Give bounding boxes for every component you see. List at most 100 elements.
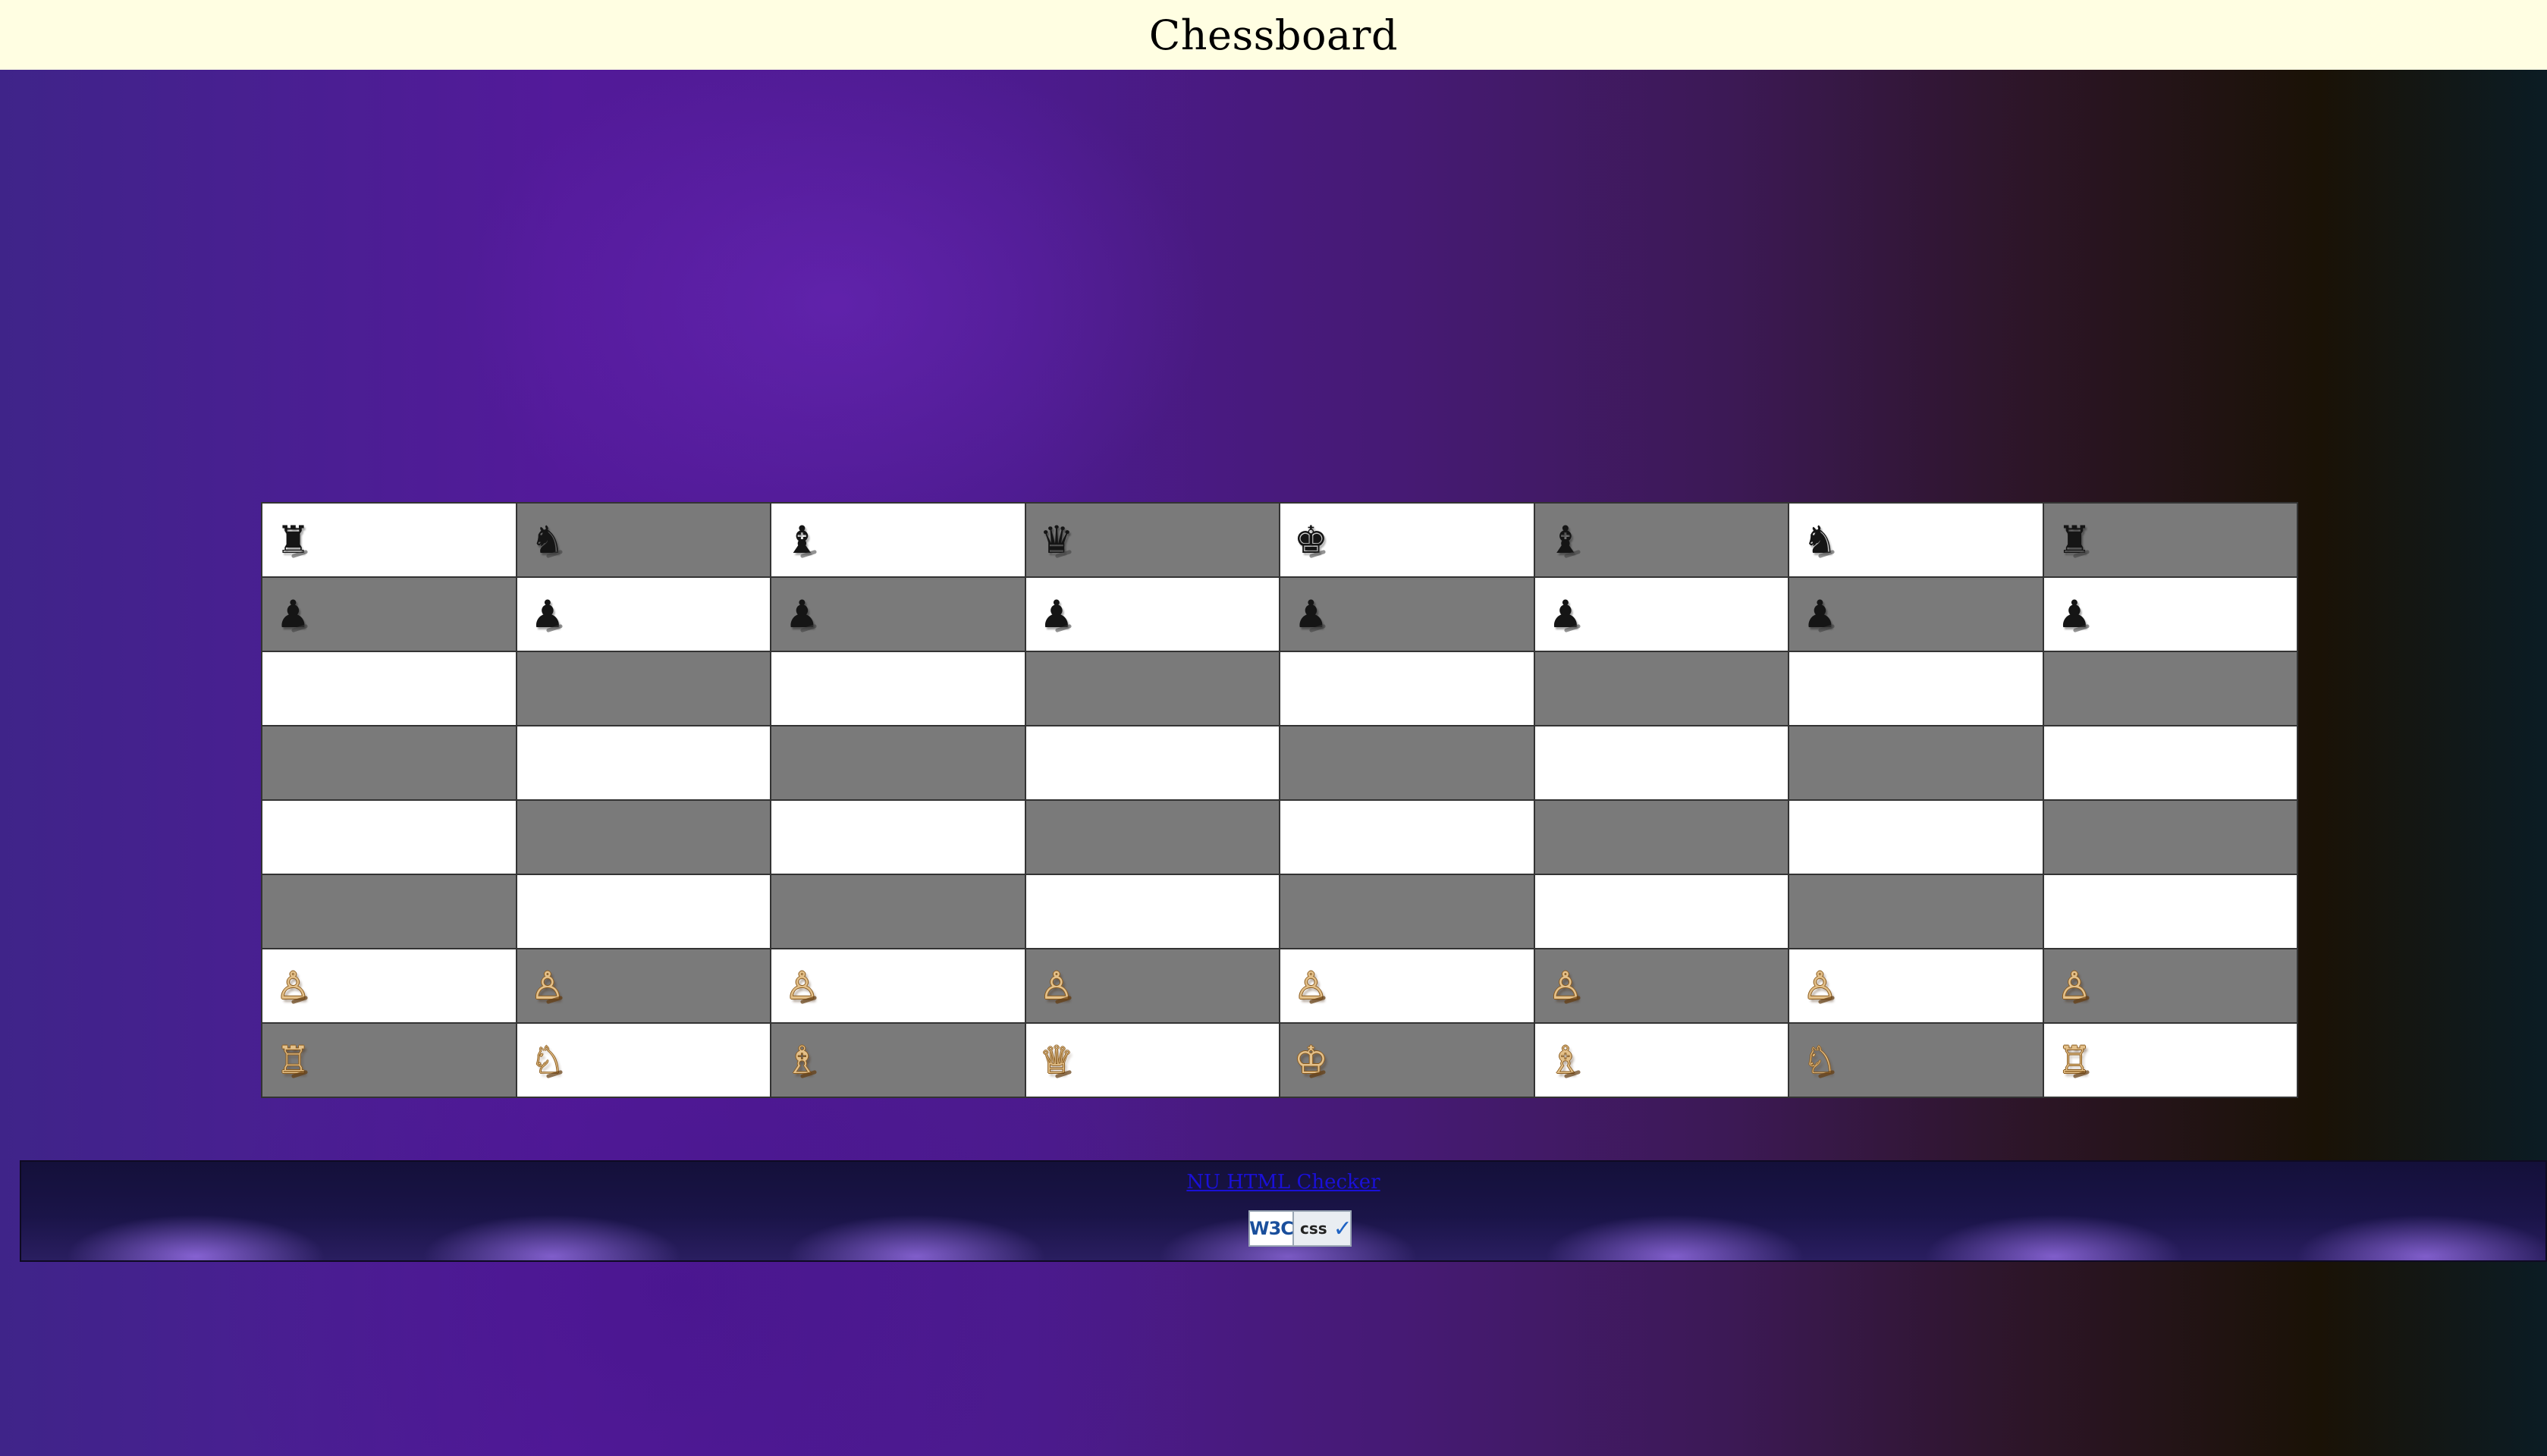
board-rank-7: ♟ ♟ ♟ ♟ ♟ ♟ ♟ ♟ xyxy=(261,576,2298,652)
square-g5[interactable] xyxy=(1788,725,2044,801)
chess-piece-icon[interactable]: ♞ xyxy=(1803,521,1837,559)
square-c8[interactable]: ♝ xyxy=(770,502,1026,578)
chess-piece-icon[interactable]: ♜ xyxy=(2058,521,2092,559)
square-b7[interactable]: ♟ xyxy=(515,576,771,652)
square-h4[interactable] xyxy=(2042,799,2298,875)
square-c6[interactable] xyxy=(770,651,1026,726)
chess-piece-icon[interactable]: ♚ xyxy=(1294,521,1328,559)
chess-piece-icon[interactable]: ♖ xyxy=(2058,1041,2092,1079)
chess-piece-icon[interactable]: ♙ xyxy=(785,967,819,1005)
square-e6[interactable] xyxy=(1279,651,1535,726)
chess-piece-icon[interactable]: ♘ xyxy=(531,1041,565,1079)
square-f3[interactable] xyxy=(1533,874,1789,949)
chess-piece-icon[interactable]: ♜ xyxy=(276,521,310,559)
nu-html-checker-link[interactable]: NU HTML Checker xyxy=(21,1171,2545,1194)
chess-piece-icon[interactable]: ♙ xyxy=(1549,967,1583,1005)
square-g3[interactable] xyxy=(1788,874,2044,949)
square-a4[interactable] xyxy=(261,799,517,875)
square-b3[interactable] xyxy=(515,874,771,949)
square-d8[interactable]: ♛ xyxy=(1024,502,1280,578)
square-a2[interactable]: ♙ xyxy=(261,948,517,1024)
square-h7[interactable]: ♟ xyxy=(2042,576,2298,652)
chess-piece-icon[interactable]: ♛ xyxy=(1040,521,1074,559)
board-rank-8: ♜ ♞ ♝ ♛ ♚ ♝ ♞ ♜ xyxy=(261,502,2298,578)
chess-piece-icon[interactable]: ♙ xyxy=(531,967,565,1005)
square-c2[interactable]: ♙ xyxy=(770,948,1026,1024)
square-f4[interactable] xyxy=(1533,799,1789,875)
chess-piece-icon[interactable]: ♙ xyxy=(1040,967,1074,1005)
square-a6[interactable] xyxy=(261,651,517,726)
square-a5[interactable] xyxy=(261,725,517,801)
chess-piece-icon[interactable]: ♔ xyxy=(1294,1041,1328,1079)
square-b6[interactable] xyxy=(515,651,771,726)
square-f6[interactable] xyxy=(1533,651,1789,726)
chess-piece-icon[interactable]: ♙ xyxy=(1294,967,1328,1005)
square-c1[interactable]: ♗ xyxy=(770,1022,1026,1098)
square-e4[interactable] xyxy=(1279,799,1535,875)
chess-piece-icon[interactable]: ♟ xyxy=(1803,595,1837,633)
square-h6[interactable] xyxy=(2042,651,2298,726)
square-e2[interactable]: ♙ xyxy=(1279,948,1535,1024)
chess-piece-icon[interactable]: ♗ xyxy=(785,1041,819,1079)
square-f1[interactable]: ♗ xyxy=(1533,1022,1789,1098)
square-d6[interactable] xyxy=(1024,651,1280,726)
chess-piece-icon[interactable]: ♟ xyxy=(2058,595,2092,633)
square-h1[interactable]: ♖ xyxy=(2042,1022,2298,1098)
square-f5[interactable] xyxy=(1533,725,1789,801)
square-g1[interactable]: ♘ xyxy=(1788,1022,2044,1098)
chess-piece-icon[interactable]: ♘ xyxy=(1803,1041,1837,1079)
square-b2[interactable]: ♙ xyxy=(515,948,771,1024)
square-g2[interactable]: ♙ xyxy=(1788,948,2044,1024)
square-a8[interactable]: ♜ xyxy=(261,502,517,578)
square-f2[interactable]: ♙ xyxy=(1533,948,1789,1024)
square-e8[interactable]: ♚ xyxy=(1279,502,1535,578)
chess-piece-icon[interactable]: ♟ xyxy=(276,595,310,633)
square-d5[interactable] xyxy=(1024,725,1280,801)
chess-piece-icon[interactable]: ♟ xyxy=(531,595,565,633)
square-d4[interactable] xyxy=(1024,799,1280,875)
square-h8[interactable]: ♜ xyxy=(2042,502,2298,578)
square-f8[interactable]: ♝ xyxy=(1533,502,1789,578)
chess-piece-icon[interactable]: ♗ xyxy=(1549,1041,1583,1079)
chess-piece-icon[interactable]: ♕ xyxy=(1040,1041,1074,1079)
square-d3[interactable] xyxy=(1024,874,1280,949)
square-a3[interactable] xyxy=(261,874,517,949)
square-e1[interactable]: ♔ xyxy=(1279,1022,1535,1098)
square-g4[interactable] xyxy=(1788,799,2044,875)
square-f7[interactable]: ♟ xyxy=(1533,576,1789,652)
square-e5[interactable] xyxy=(1279,725,1535,801)
square-a1[interactable]: ♖ xyxy=(261,1022,517,1098)
chess-piece-icon[interactable]: ♟ xyxy=(1040,595,1074,633)
chess-piece-icon[interactable]: ♞ xyxy=(531,521,565,559)
square-d1[interactable]: ♕ xyxy=(1024,1022,1280,1098)
square-a7[interactable]: ♟ xyxy=(261,576,517,652)
square-g8[interactable]: ♞ xyxy=(1788,502,2044,578)
square-h3[interactable] xyxy=(2042,874,2298,949)
w3c-css-validator-badge[interactable]: W3C css ✓ xyxy=(1248,1210,1352,1247)
square-h2[interactable]: ♙ xyxy=(2042,948,2298,1024)
square-c7[interactable]: ♟ xyxy=(770,576,1026,652)
chess-piece-icon[interactable]: ♟ xyxy=(1549,595,1583,633)
chess-piece-icon[interactable]: ♖ xyxy=(276,1041,310,1079)
square-e7[interactable]: ♟ xyxy=(1279,576,1535,652)
square-c3[interactable] xyxy=(770,874,1026,949)
square-b5[interactable] xyxy=(515,725,771,801)
chess-piece-icon[interactable]: ♙ xyxy=(2058,967,2092,1005)
chess-piece-icon[interactable]: ♝ xyxy=(785,521,819,559)
square-h5[interactable] xyxy=(2042,725,2298,801)
square-c4[interactable] xyxy=(770,799,1026,875)
square-c5[interactable] xyxy=(770,725,1026,801)
chess-piece-icon[interactable]: ♟ xyxy=(785,595,819,633)
square-d2[interactable]: ♙ xyxy=(1024,948,1280,1024)
square-d7[interactable]: ♟ xyxy=(1024,576,1280,652)
square-b8[interactable]: ♞ xyxy=(515,502,771,578)
square-e3[interactable] xyxy=(1279,874,1535,949)
square-g6[interactable] xyxy=(1788,651,2044,726)
square-b1[interactable]: ♘ xyxy=(515,1022,771,1098)
chess-piece-icon[interactable]: ♙ xyxy=(1803,967,1837,1005)
square-g7[interactable]: ♟ xyxy=(1788,576,2044,652)
chess-piece-icon[interactable]: ♙ xyxy=(276,967,310,1005)
square-b4[interactable] xyxy=(515,799,771,875)
chess-piece-icon[interactable]: ♟ xyxy=(1294,595,1328,633)
chess-piece-icon[interactable]: ♝ xyxy=(1549,521,1583,559)
